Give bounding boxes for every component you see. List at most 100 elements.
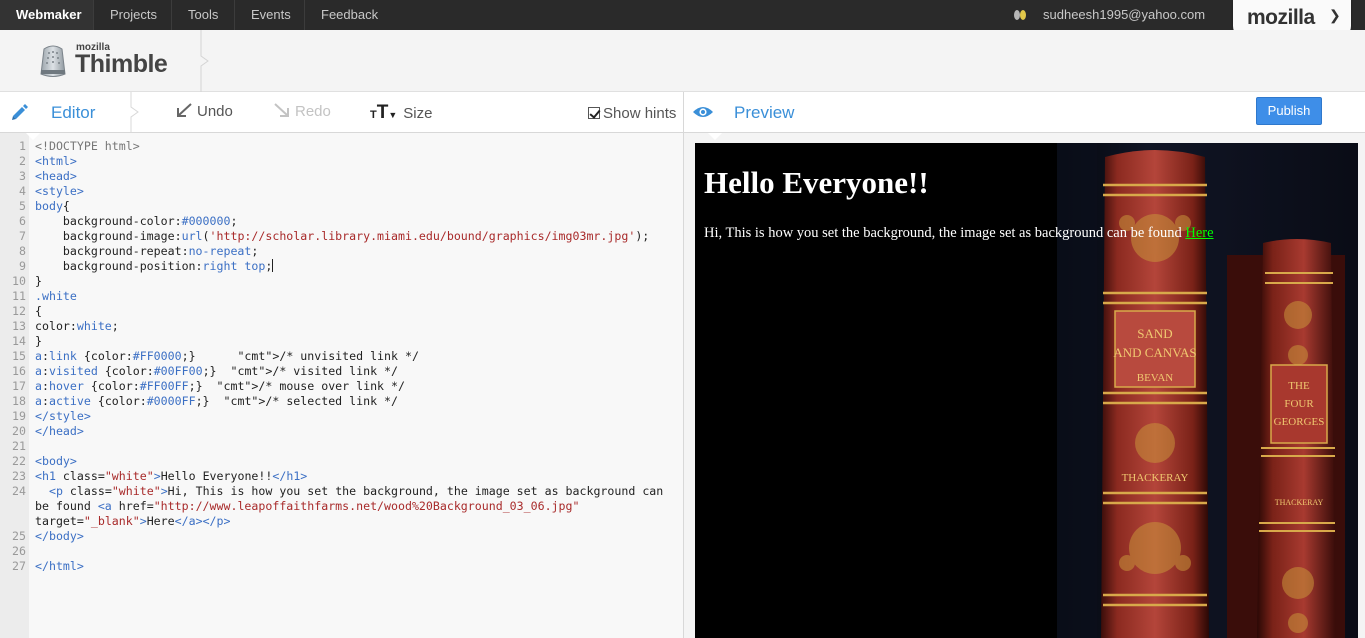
line-number: 7: [19, 229, 26, 243]
code-line-text[interactable]: a:active {color:#0000FF;} "cmt">/* selec…: [35, 394, 398, 409]
user-email[interactable]: sudheesh1995@yahoo.com: [1043, 0, 1205, 30]
line-number: 14: [12, 334, 26, 348]
code-line[interactable]: 17 a:hover {color:#FF00FF;} "cmt">/* mous…: [0, 379, 683, 394]
code-line-text[interactable]: body{: [35, 199, 70, 214]
code-line-text[interactable]: be found <a href="http://www.leapoffaith…: [35, 499, 579, 514]
code-line[interactable]: 27 </html>: [0, 559, 683, 574]
code-line-text[interactable]: }: [35, 334, 42, 349]
nav-feedback[interactable]: Feedback: [305, 0, 393, 30]
line-number: 20: [12, 424, 26, 438]
code-line[interactable]: 25 </body>: [0, 529, 683, 544]
font-size-button[interactable]: TT▼ Size: [370, 102, 432, 124]
code-line[interactable]: 8 background-repeat:no-repeat;: [0, 244, 683, 259]
code-line-text[interactable]: <style>: [35, 184, 84, 199]
code-line[interactable]: 2 <html>: [0, 154, 683, 169]
nav-webmaker[interactable]: Webmaker: [0, 0, 94, 30]
code-line[interactable]: 9 background-position:right top;: [0, 259, 683, 274]
preview-link[interactable]: Here: [1185, 225, 1213, 241]
code-line[interactable]: 16 a:visited {color:#00FF00;} "cmt">/* vi…: [0, 364, 683, 379]
code-line[interactable]: 24 <p class="white">Hi, This is how you …: [0, 484, 683, 499]
nav-events[interactable]: Events: [235, 0, 305, 30]
code-line-text[interactable]: </html>: [35, 559, 84, 574]
code-line-text[interactable]: background-position:right top;: [35, 259, 274, 274]
line-number: 9: [19, 259, 26, 273]
code-line-text[interactable]: </style>: [35, 409, 91, 424]
logo-divider: [200, 30, 209, 92]
code-line-text[interactable]: <!DOCTYPE html>: [35, 139, 140, 154]
svg-text:FOUR: FOUR: [1284, 398, 1314, 410]
thimble-logo-icon[interactable]: [37, 43, 69, 79]
undo-label: Undo: [197, 103, 233, 120]
pencil-icon: [12, 104, 28, 120]
line-number: 15: [12, 349, 26, 363]
code-line[interactable]: 3 <head>: [0, 169, 683, 184]
code-line-text[interactable]: <body>: [35, 454, 77, 469]
line-number: 16: [12, 364, 26, 378]
logo-thimble-text: Thimble: [75, 50, 168, 78]
code-line-text[interactable]: {: [35, 304, 42, 319]
size-label: Size: [403, 105, 433, 122]
code-line[interactable]: 20 </head>: [0, 424, 683, 439]
code-line[interactable]: 7 background-image:url('http://scholar.l…: [0, 229, 683, 244]
code-line[interactable]: 1 <!DOCTYPE html>: [0, 139, 683, 154]
redo-button[interactable]: Redo: [273, 103, 331, 120]
publish-button[interactable]: Publish: [1256, 97, 1322, 125]
code-line-text[interactable]: color:white;: [35, 319, 119, 334]
code-editor[interactable]: 1 <!DOCTYPE html> 2 <html> 3 <head> 4 <style> 5 b…: [0, 133, 684, 638]
preview-heading: Hello Everyone!!: [704, 165, 929, 200]
code-line[interactable]: 6 background-color:#000000;: [0, 214, 683, 229]
code-line-text[interactable]: a:link {color:#FF0000;} "cmt">/* unvisit…: [35, 349, 419, 364]
code-line-text[interactable]: <p class="white">Hi, This is how you set…: [35, 484, 663, 499]
code-line-text[interactable]: a:visited {color:#00FF00;} "cmt">/* visi…: [35, 364, 398, 379]
show-hints-label: Show hints: [603, 105, 677, 122]
code-line-text[interactable]: a:hover {color:#FF00FF;} "cmt">/* mouse …: [35, 379, 405, 394]
code-line[interactable]: target="_blank">Here</a></p>: [0, 514, 683, 529]
code-line-text[interactable]: <html>: [35, 154, 77, 169]
code-line-text[interactable]: }: [35, 274, 42, 289]
code-line-text[interactable]: target="_blank">Here</a></p>: [35, 514, 231, 529]
show-hints-checkbox[interactable]: [588, 107, 600, 119]
svg-text:SAND: SAND: [1137, 326, 1172, 341]
preview-tab-label[interactable]: Preview: [734, 103, 794, 123]
code-line-text[interactable]: <h1 class="white">Hello Everyone!!</h1>: [35, 469, 307, 484]
eye-icon[interactable]: [692, 104, 714, 120]
code-line-text[interactable]: background-image:url('http://scholar.lib…: [35, 229, 649, 244]
top-nav: Webmaker Projects Tools Events Feedback …: [0, 0, 1365, 40]
undo-button[interactable]: Undo: [175, 103, 233, 120]
pane-divider: [683, 92, 684, 133]
code-line[interactable]: 13 color:white;: [0, 319, 683, 334]
user-status-icon[interactable]: [1013, 9, 1027, 21]
code-line-text[interactable]: </body>: [35, 529, 84, 544]
code-line[interactable]: 10}: [0, 274, 683, 289]
code-line[interactable]: be found <a href="http://www.leapoffaith…: [0, 499, 683, 514]
code-line[interactable]: 11 .white: [0, 289, 683, 304]
code-line[interactable]: 5 body{: [0, 199, 683, 214]
code-line-text[interactable]: </head>: [35, 424, 84, 439]
code-line[interactable]: 19 </style>: [0, 409, 683, 424]
code-line[interactable]: 15 a:link {color:#FF0000;} "cmt">/* unvis…: [0, 349, 683, 364]
code-line[interactable]: 26: [0, 544, 683, 559]
svg-text:THACKERAY: THACKERAY: [1122, 472, 1189, 484]
tab-editor[interactable]: Editor: [0, 92, 140, 133]
nav-tools[interactable]: Tools: [172, 0, 235, 30]
line-number: 6: [19, 214, 26, 228]
code-line[interactable]: 23 <h1 class="white">Hello Everyone!!</h1…: [0, 469, 683, 484]
svg-text:GEORGES: GEORGES: [1274, 416, 1325, 428]
code-line[interactable]: 12 {: [0, 304, 683, 319]
line-number: 12: [12, 304, 26, 318]
code-line[interactable]: 18 a:active {color:#0000FF;} "cmt">/* sel…: [0, 394, 683, 409]
nav-projects[interactable]: Projects: [94, 0, 172, 30]
code-line[interactable]: 14}: [0, 334, 683, 349]
code-line-text[interactable]: <head>: [35, 169, 77, 184]
code-line[interactable]: 4 <style>: [0, 184, 683, 199]
code-line[interactable]: 21: [0, 439, 683, 454]
code-line[interactable]: 22 <body>: [0, 454, 683, 469]
preview-paragraph-text: Hi, This is how you set the background, …: [704, 225, 1186, 241]
line-number: 11: [12, 289, 26, 303]
code-content[interactable]: 1 <!DOCTYPE html> 2 <html> 3 <head> 4 <style> 5 b…: [0, 139, 683, 574]
code-line-text[interactable]: background-color:#000000;: [35, 214, 238, 229]
code-line-text[interactable]: .white: [35, 289, 77, 304]
background-books-image: THE FOUR GEORGES THACKERAY SAND AND CANV…: [1057, 143, 1358, 638]
code-line-text[interactable]: background-repeat:no-repeat;: [35, 244, 258, 259]
show-hints-toggle[interactable]: Show hints: [588, 105, 676, 122]
